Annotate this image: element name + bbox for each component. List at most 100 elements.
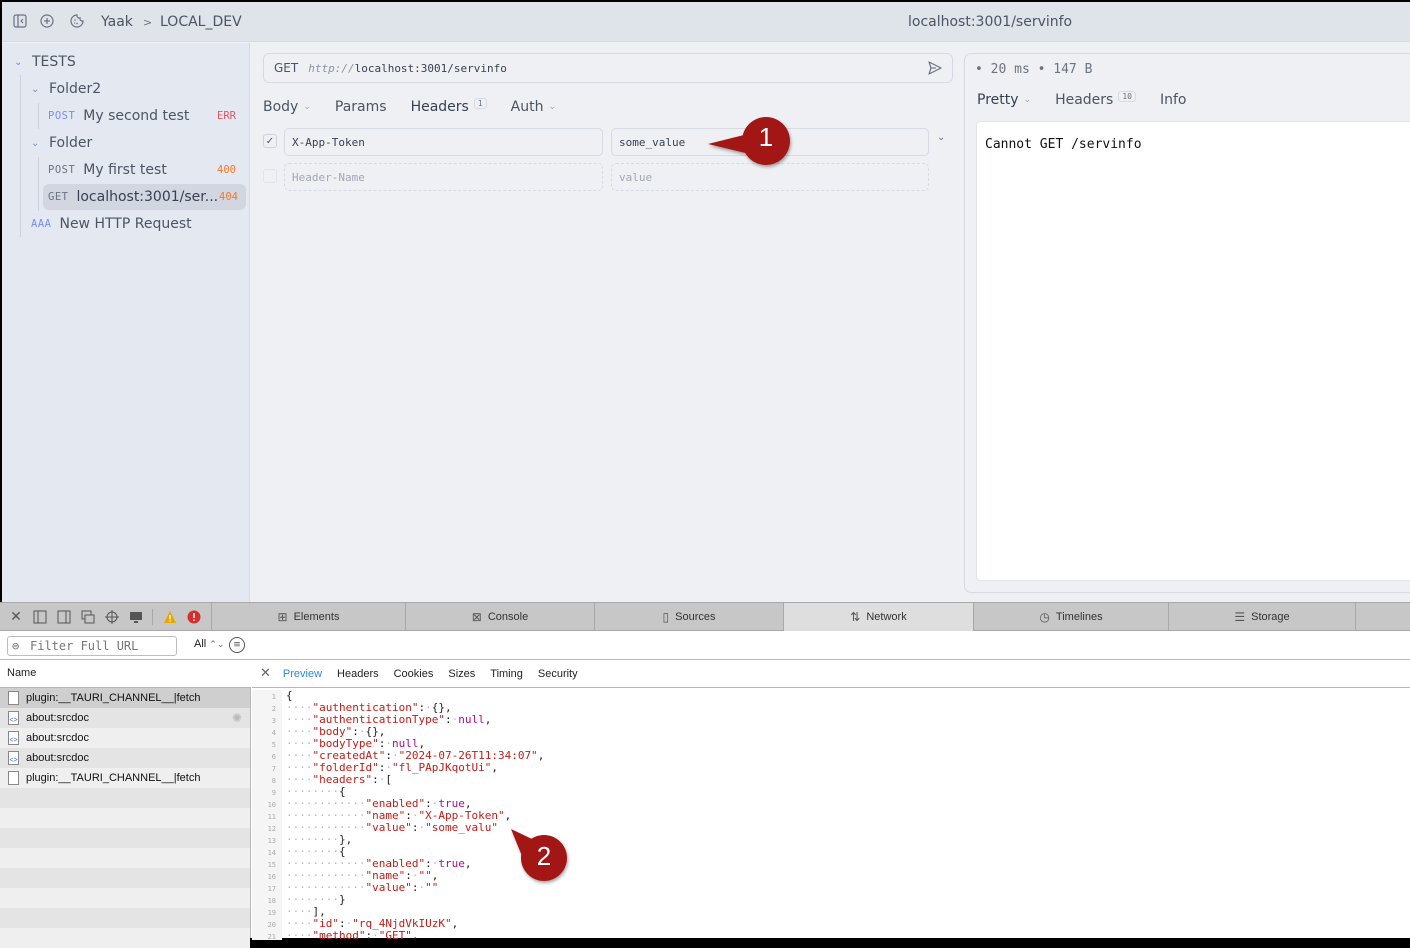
breadcrumb-separator: > [143,16,153,29]
tab-pretty[interactable]: Pretty ⌄ [977,92,1031,108]
tab-body[interactable]: Body ⌄ [263,99,311,115]
url-bar[interactable]: GET http:// localhost:3001/servinfo [263,53,953,83]
tab-label: Network [866,611,907,623]
code-punct: , [451,917,459,930]
dock-right-icon[interactable] [56,609,72,625]
type-filter-select[interactable]: All ⌃⌄ [194,638,224,650]
sidebar-toggle-icon[interactable] [12,13,28,29]
column-header-name[interactable]: Name [0,660,251,688]
code-punct: , [464,857,472,870]
tab-sizes[interactable]: Sizes [448,668,475,680]
tab-response-headers[interactable]: Headers 10 [1055,90,1136,108]
filter-url-input[interactable]: ⊜ Filter Full URL [7,636,177,656]
tab-label: Auth [510,99,544,115]
network-request-row[interactable]: <> about:srcdoc [0,728,250,748]
tab-cookies[interactable]: Cookies [394,668,434,680]
tab-preview[interactable]: Preview [283,668,322,680]
json-value: "" [425,881,439,894]
network-request-row[interactable]: plugin:__TAURI_CHANNEL__|fetch [0,688,250,708]
tab-label: Pretty [977,92,1019,108]
empty-row [0,868,250,888]
response-panel: 404 Not Found • 20 ms • 147 B Pretty ⌄ He… [964,53,1410,593]
sidebar-folder-folder[interactable]: ⌄ Folder [31,130,92,156]
sidebar-request-localhost-servinfo[interactable]: GET localhost:3001/ser... 404 [43,184,246,210]
tab-elements[interactable]: ⊞ Elements [211,603,405,631]
url-protocol: http:// [308,61,355,75]
inspect-icon[interactable] [104,609,120,625]
chevron-down-icon: ⌄ [31,83,40,95]
tab-timing[interactable]: Timing [490,668,523,680]
detach-icon[interactable] [80,609,96,625]
code-punct: : [444,713,452,726]
type-filter-value: All [194,638,207,650]
tab-security[interactable]: Security [538,668,578,680]
json-value: [ [385,773,392,786]
error-icon[interactable] [186,609,202,625]
code-punct: } [338,893,346,906]
filter-options-icon[interactable]: ≡ [229,637,245,653]
web-inspector: ✕ ⊞ Elements ⊠ Console ▯ Sources ⇅ Network ◷… [0,602,1410,948]
yaak-app-window: Yaak > LOCAL_DEV localhost:3001/servinfo… [2,2,1410,602]
tab-params[interactable]: Params [335,99,387,115]
network-request-row[interactable]: <> about:srcdoc [0,748,250,768]
warning-icon[interactable] [162,609,178,625]
sidebar-folder-folder2[interactable]: ⌄ Folder2 [31,76,101,102]
tab-auth[interactable]: Auth ⌄ [511,99,556,115]
close-icon[interactable]: ✕ [8,609,24,625]
tab-sources[interactable]: ▯ Sources [594,603,783,631]
method-selector[interactable]: GET [274,61,298,75]
breadcrumb-workspace[interactable]: Yaak [101,14,133,30]
breadcrumb-environment[interactable]: LOCAL_DEV [160,14,242,30]
network-request-row[interactable]: <> about:srcdoc ✺ [0,708,250,728]
response-body[interactable]: Cannot GET /servinfo [976,121,1410,581]
header-name-placeholder[interactable]: Header-Name [284,163,603,191]
header-enabled-checkbox[interactable] [263,169,277,183]
tab-storage[interactable]: ☰ Storage [1168,603,1355,631]
plus-circle-icon[interactable] [39,13,55,29]
device-icon[interactable] [128,609,144,625]
tab-label: Headers [410,99,469,115]
network-request-row[interactable]: plugin:__TAURI_CHANNEL__|fetch [0,768,250,788]
request-detail-tabs: ✕ Preview Headers Cookies Sizes Timing S… [252,660,1410,688]
send-icon[interactable] [928,60,944,76]
tab-label: Sources [675,611,716,623]
response-tabs: Pretty ⌄ Headers 10 Info [977,90,1211,108]
empty-row [0,848,250,868]
sidebar-request-my-first-test[interactable]: POST My first test 400 [48,157,244,183]
tab-info[interactable]: Info [1160,92,1187,108]
tab-headers[interactable]: Headers [337,668,379,680]
request-name: plugin:__TAURI_CHANNEL__|fetch [26,772,201,784]
sidebar-request-new-http-request[interactable]: AAA New HTTP Request [31,211,192,237]
tab-label: Timelines [1055,611,1103,623]
chevron-down-icon[interactable]: ⌄ [937,132,945,143]
empty-row [0,908,250,928]
method-label: POST [48,164,76,176]
sidebar-request-my-second-test[interactable]: POST My second test ERR [48,103,244,129]
tab-console[interactable]: ⊠ Console [405,603,594,631]
code-punct: : [372,773,379,786]
response-status-line: 404 Not Found • 20 ms • 147 B [975,62,1329,165]
json-value: "some_valu" [425,821,498,834]
count-badge: 10 [1118,90,1136,102]
url-input[interactable]: localhost:3001/servinfo [355,62,507,75]
tab-timelines[interactable]: ◷ Timelines [973,603,1168,631]
header-name-input[interactable]: X-App-Token [284,128,603,156]
tab-headers[interactable]: Headers 1 [410,97,487,115]
chevron-down-icon: ⌄ [303,102,311,112]
dock-left-icon[interactable] [32,609,48,625]
empty-row [0,788,250,808]
tab-label: Storage [1251,611,1290,623]
elements-icon: ⊞ [277,610,288,624]
code-punct: , [537,749,545,762]
tree-guide [20,75,21,237]
close-icon[interactable]: ✕ [260,666,271,681]
response-body-text: Cannot GET /servinfo [985,137,1142,152]
tab-network[interactable]: ⇅ Network [783,603,973,631]
preview-code-view[interactable]: 1{2 ····"authentication":·{}, 3 ····"authen… [252,690,1410,940]
code-line: 21 ····"method":·"GET", [252,930,419,941]
sidebar-workspace-tests[interactable]: ⌄ TESTS [14,49,76,75]
cookie-icon[interactable] [69,13,85,29]
console-icon: ⊠ [471,610,482,624]
status-badge: ERR [217,110,236,122]
header-enabled-checkbox[interactable]: ✓ [263,134,277,148]
